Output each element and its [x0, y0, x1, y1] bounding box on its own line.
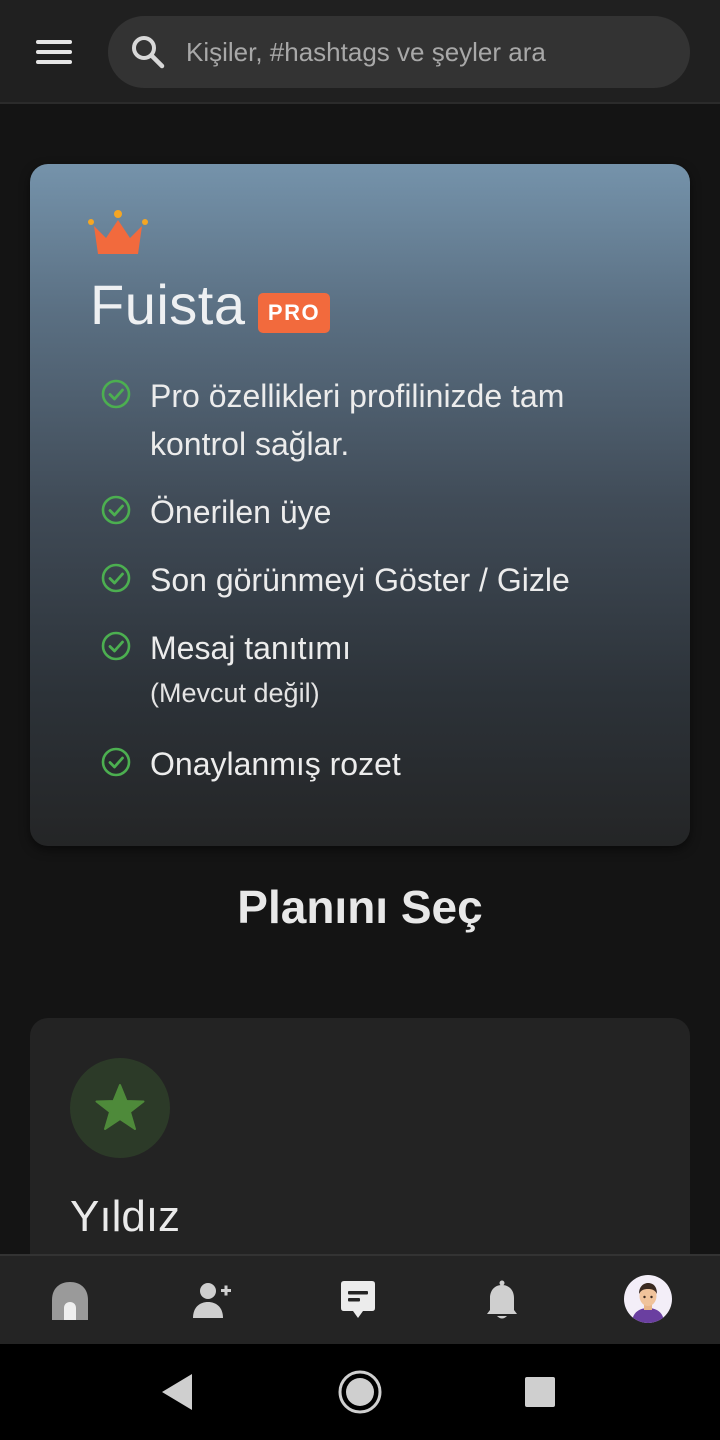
- pro-badge: PRO: [258, 293, 330, 333]
- nav-add-user[interactable]: [172, 1256, 252, 1346]
- check-circle-icon: [101, 631, 131, 661]
- crown-icon: [88, 210, 148, 254]
- check-circle-icon: [101, 563, 131, 593]
- hamburger-menu-icon[interactable]: [34, 38, 74, 66]
- plan-icon-badge: [70, 1058, 170, 1158]
- feature-text: Önerilen üye: [150, 494, 332, 530]
- feature-text: Son görünmeyi Göster / Gizle: [150, 562, 570, 598]
- back-icon[interactable]: [154, 1368, 202, 1416]
- home-circle-icon[interactable]: [336, 1368, 384, 1416]
- feature-text: Mesaj tanıtımı: [150, 630, 351, 666]
- search-input[interactable]: [186, 16, 676, 88]
- brand-name: Fuista: [90, 273, 246, 336]
- check-circle-icon: [101, 747, 131, 777]
- bottom-nav: [0, 1254, 720, 1344]
- nav-home[interactable]: [30, 1256, 110, 1346]
- add-user-icon: [193, 1283, 231, 1318]
- feature-subtext: (Mevcut değil): [150, 678, 320, 708]
- search-icon: [132, 36, 165, 69]
- nav-chat[interactable]: [318, 1256, 398, 1346]
- search-bar[interactable]: [108, 16, 690, 88]
- top-bar: [0, 0, 720, 104]
- feature-text: Onaylanmış rozet: [150, 746, 401, 782]
- check-circle-icon: [101, 379, 131, 409]
- avatar[interactable]: [624, 1275, 672, 1323]
- feature-text-cont: kontrol sağlar.: [150, 426, 350, 462]
- recents-icon[interactable]: [516, 1368, 564, 1416]
- section-title: Planını Seç: [237, 881, 483, 933]
- nav-notifications[interactable]: [462, 1256, 542, 1346]
- chat-icon: [341, 1281, 375, 1318]
- system-nav-bar: [0, 1344, 720, 1440]
- plan-name: Yıldız: [70, 1192, 181, 1241]
- home-icon: [52, 1282, 88, 1320]
- bell-icon: [487, 1280, 517, 1319]
- user-avatar-icon: [632, 1283, 664, 1323]
- check-circle-icon: [101, 495, 131, 525]
- feature-text: Pro özellikleri profilinizde tam: [150, 378, 565, 414]
- star-icon: [95, 1084, 145, 1130]
